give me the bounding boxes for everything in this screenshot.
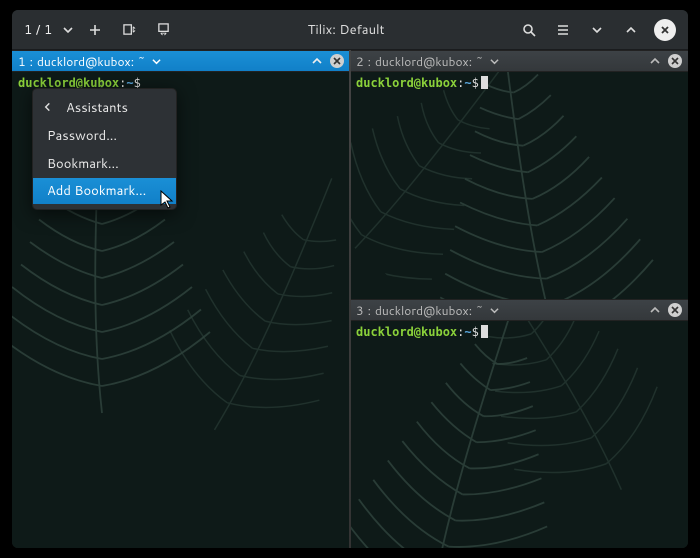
pane-index: 1	[18, 53, 26, 70]
shell-prompt: ducklord@kubox:~$	[350, 72, 688, 94]
split-vertical-button[interactable]	[114, 16, 144, 44]
menu-back-assistants[interactable]: Assistants	[33, 94, 176, 122]
titlebar: 1 / 1 Tilix: Default	[12, 10, 688, 50]
maximize-pane-icon[interactable]	[648, 303, 662, 317]
session-switcher[interactable]: 1 / 1	[20, 16, 76, 44]
close-pane-button[interactable]	[668, 303, 682, 317]
maximize-button[interactable]	[616, 16, 646, 44]
menu-item-bookmark[interactable]: Bookmark...	[33, 150, 176, 178]
terminal-pane-2[interactable]: ducklord@kubox:~$	[350, 72, 688, 299]
close-pane-button[interactable]	[668, 54, 682, 68]
pane-title: ducklord@kubox: ~	[37, 53, 146, 70]
chevron-down-icon	[488, 54, 502, 68]
menu-header-label: Assistants	[66, 99, 128, 117]
context-menu: Assistants Password... Bookmark... Add B…	[32, 88, 177, 210]
close-icon	[654, 19, 676, 41]
close-button[interactable]	[650, 16, 680, 44]
new-session-button[interactable]	[80, 16, 110, 44]
window-title: Tilix: Default	[182, 21, 510, 39]
split-horizontal-button[interactable]	[148, 16, 178, 44]
chevron-down-icon	[60, 16, 76, 44]
pane-divider[interactable]	[349, 50, 351, 548]
maximize-pane-icon[interactable]	[310, 54, 324, 68]
minimize-button[interactable]	[582, 16, 612, 44]
search-button[interactable]	[514, 16, 544, 44]
maximize-pane-icon[interactable]	[648, 54, 662, 68]
session-counter: 1 / 1	[20, 21, 58, 39]
pane-header-3[interactable]: 3: ducklord@kubox: ~	[350, 299, 688, 321]
pane-title: ducklord@kubox: ~	[375, 53, 484, 70]
chevron-down-icon	[488, 303, 502, 317]
menu-item-password[interactable]: Password...	[33, 122, 176, 150]
pane-header-2[interactable]: 2: ducklord@kubox: ~	[350, 50, 688, 72]
pane-index: 3	[356, 302, 364, 319]
pane-index: 2	[356, 53, 364, 70]
pane-header-1[interactable]: 1: ducklord@kubox: ~	[12, 50, 350, 72]
chevron-left-icon	[43, 99, 52, 117]
shell-prompt: ducklord@kubox:~$	[350, 321, 688, 343]
chevron-down-icon	[150, 54, 164, 68]
terminal-pane-3[interactable]: ducklord@kubox:~$	[350, 321, 688, 548]
close-pane-button[interactable]	[330, 54, 344, 68]
hamburger-menu-button[interactable]	[548, 16, 578, 44]
menu-item-add-bookmark[interactable]: Add Bookmark...	[33, 178, 176, 204]
pane-title: ducklord@kubox: ~	[375, 302, 484, 319]
